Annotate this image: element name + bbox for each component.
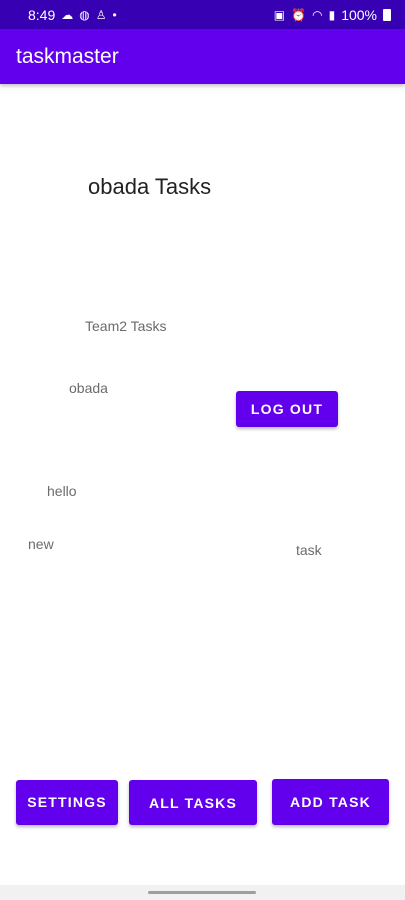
username-label: obada bbox=[69, 380, 108, 396]
add-task-button[interactable]: Add Task bbox=[272, 779, 389, 825]
home-gesture-handle[interactable] bbox=[148, 891, 256, 894]
lock-icon: ▣ bbox=[273, 7, 286, 22]
cloud-icon: ☁ bbox=[61, 7, 74, 22]
battery-level: 100% bbox=[341, 6, 377, 23]
dot-icon: • bbox=[112, 7, 117, 22]
alarm-icon: ⏰ bbox=[291, 7, 307, 22]
globe-icon: ◍ bbox=[79, 7, 90, 22]
status-left: 8:49 ☁ ◍ ♙ • bbox=[28, 7, 117, 23]
all-tasks-button[interactable]: All Tasks bbox=[129, 780, 257, 825]
team-label: Team2 Tasks bbox=[85, 318, 167, 334]
logout-button[interactable]: Log Out bbox=[236, 391, 338, 427]
app-bar: taskmaster bbox=[0, 29, 405, 84]
battery-icon bbox=[383, 8, 391, 21]
status-bar: 8:49 ☁ ◍ ♙ • ▣ ⏰ ◠ ▮ 100% bbox=[0, 0, 405, 29]
task-item[interactable]: task bbox=[296, 542, 322, 558]
app-title: taskmaster bbox=[16, 44, 119, 68]
status-right: ▣ ⏰ ◠ ▮ 100% bbox=[274, 7, 391, 23]
person-icon: ♙ bbox=[95, 7, 107, 22]
settings-button[interactable]: Settings bbox=[16, 780, 118, 825]
signal-icon: ▮ bbox=[328, 7, 336, 22]
status-time: 8:49 bbox=[28, 6, 56, 23]
navigation-bar bbox=[0, 885, 405, 900]
task-item[interactable]: hello bbox=[47, 483, 77, 499]
task-item[interactable]: new bbox=[28, 536, 54, 552]
page-heading: obada Tasks bbox=[88, 174, 212, 199]
wifi-icon: ◠ bbox=[312, 7, 323, 22]
